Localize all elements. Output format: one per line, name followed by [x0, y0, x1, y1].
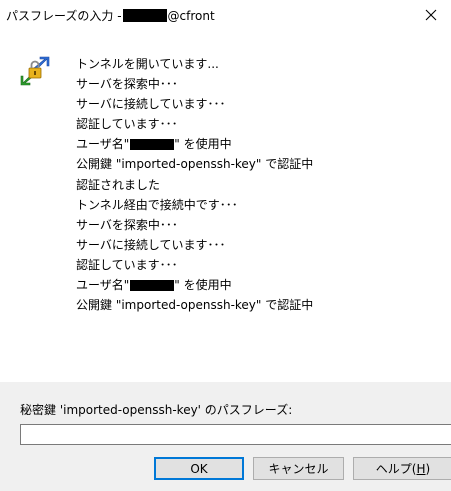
- log-line: サーバを探索中･･･: [76, 217, 178, 232]
- window-title-suffix: @cfront: [167, 8, 215, 23]
- redacted-user-name: [130, 139, 175, 151]
- passphrase-panel: 秘密鍵 'imported-openssh-key' のパスフレーズ: OK キ…: [0, 382, 451, 491]
- log-line: 公開鍵 "imported-openssh-key" で認証中: [76, 298, 314, 313]
- help-button-mnemonic: H: [416, 461, 426, 476]
- window-title-prefix: パスフレーズの入力 -: [6, 9, 122, 23]
- help-button-close: ): [425, 461, 431, 476]
- connection-log: トンネルを開いています... サーバを探索中･･･ サーバに接続しています･･･…: [0, 30, 451, 382]
- log-user-suffix: " を使用中: [174, 278, 232, 293]
- log-line: 認証されました: [76, 177, 161, 192]
- log-line: サーバを探索中･･･: [76, 77, 178, 92]
- redacted-user-name: [130, 280, 175, 292]
- title-bar: パスフレーズの入力 - @cfront: [0, 0, 451, 30]
- log-line: 認証しています･･･: [76, 117, 178, 132]
- passphrase-input[interactable]: [20, 424, 451, 445]
- log-user-suffix: " を使用中: [174, 137, 232, 152]
- log-line: サーバに接続しています･･･: [76, 237, 226, 252]
- help-button[interactable]: ヘルプ(H): [353, 457, 451, 480]
- log-line: トンネルを開いています...: [76, 57, 219, 71]
- log-line: ユーザ名" " を使用中: [76, 275, 313, 295]
- log-line: 公開鍵 "imported-openssh-key" で認証中: [76, 157, 314, 172]
- log-lines: トンネルを開いています... サーバを探索中･･･ サーバに接続しています･･･…: [76, 54, 313, 315]
- redacted-host-name: [122, 9, 167, 22]
- passphrase-dialog: パスフレーズの入力 - @cfront トンネルを開いています... サーバを探…: [0, 0, 451, 491]
- log-line: 認証しています･･･: [76, 257, 178, 272]
- log-line: トンネル経由で接続中です･･･: [76, 197, 238, 212]
- log-user-prefix: ユーザ名": [76, 137, 130, 152]
- close-button[interactable]: [411, 0, 451, 30]
- window-title: パスフレーズの入力 - @cfront: [6, 7, 215, 24]
- help-button-label: ヘルプ(: [375, 462, 417, 476]
- log-line: ユーザ名" " を使用中: [76, 134, 313, 154]
- cancel-button[interactable]: キャンセル: [253, 457, 344, 480]
- log-user-prefix: ユーザ名": [76, 278, 130, 293]
- ok-button[interactable]: OK: [154, 457, 244, 480]
- log-line: サーバに接続しています･･･: [76, 97, 226, 112]
- passphrase-label: 秘密鍵 'imported-openssh-key' のパスフレーズ:: [20, 403, 293, 417]
- putty-key-tunnel-icon: [20, 56, 50, 86]
- close-icon: [425, 9, 437, 21]
